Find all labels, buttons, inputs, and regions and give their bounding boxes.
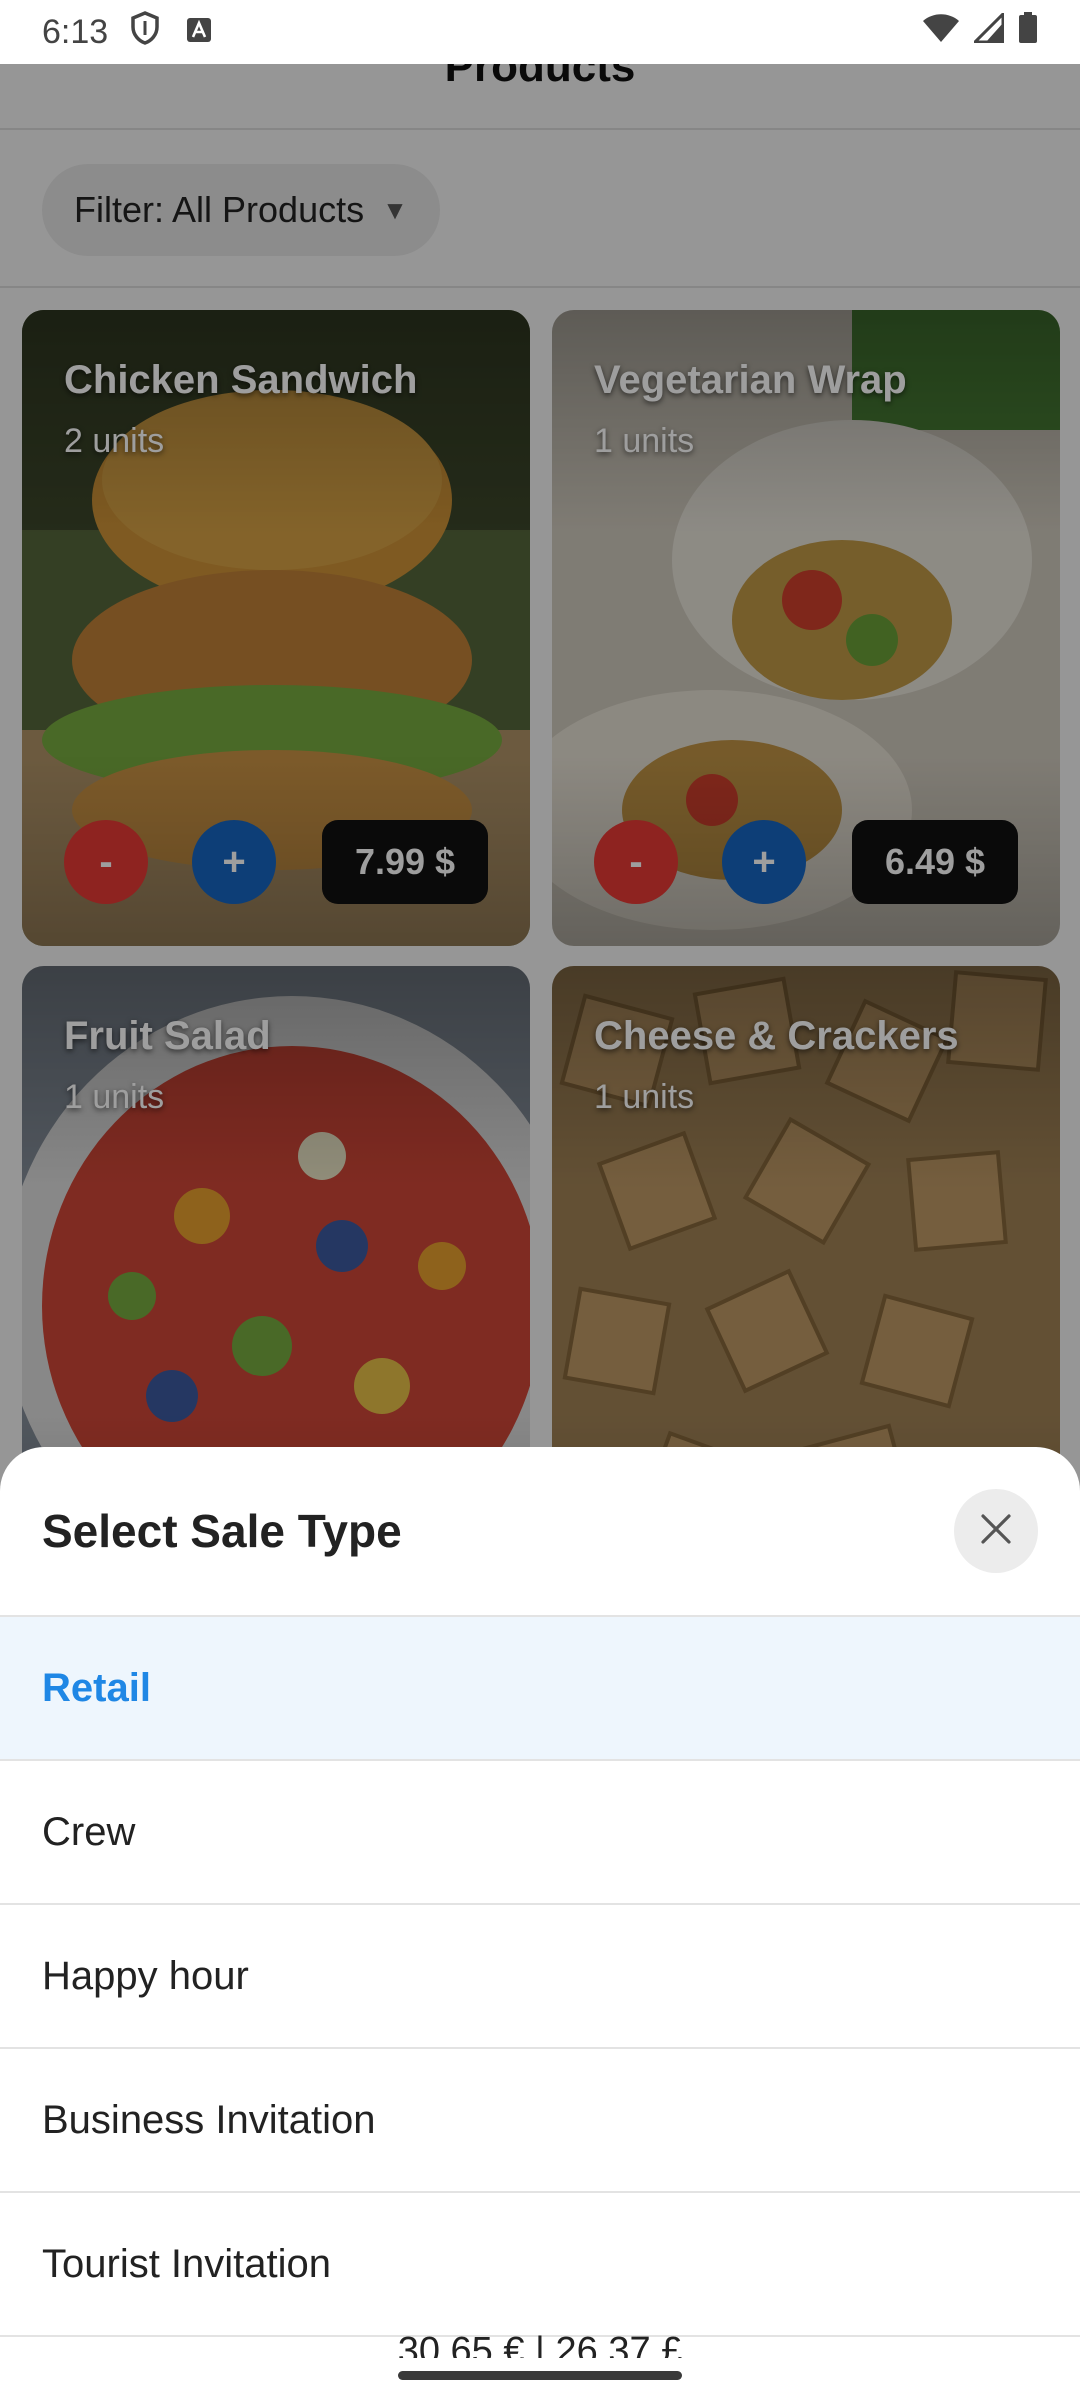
- close-button[interactable]: [954, 1489, 1038, 1573]
- footer-total: 30.65 € | 26.37 £: [397, 2330, 683, 2358]
- close-icon: [979, 1512, 1013, 1551]
- status-time: 6:13: [42, 12, 109, 51]
- shield-icon: [130, 10, 160, 54]
- home-indicator[interactable]: [398, 2371, 682, 2380]
- option-business-invitation[interactable]: Business Invitation: [0, 2049, 1080, 2193]
- option-tourist-invitation[interactable]: Tourist Invitation: [0, 2193, 1080, 2337]
- status-bar: 6:13: [0, 0, 1080, 64]
- option-crew[interactable]: Crew: [0, 1761, 1080, 1905]
- option-happy-hour[interactable]: Happy hour: [0, 1905, 1080, 2049]
- option-retail[interactable]: Retail: [0, 1617, 1080, 1761]
- wifi-icon: [922, 13, 960, 52]
- screen: 6:13 Products Filter: All Products ▼ Chi…: [0, 0, 1080, 2400]
- battery-icon: [1018, 11, 1038, 53]
- sheet-title: Select Sale Type: [42, 1505, 402, 1557]
- keyboard-a-icon: [186, 13, 212, 52]
- sheet-header: Select Sale Type: [0, 1447, 1080, 1617]
- sale-type-sheet: Select Sale Type Retail Crew Happy hour …: [0, 1447, 1080, 2400]
- cell-signal-icon: [971, 9, 1005, 52]
